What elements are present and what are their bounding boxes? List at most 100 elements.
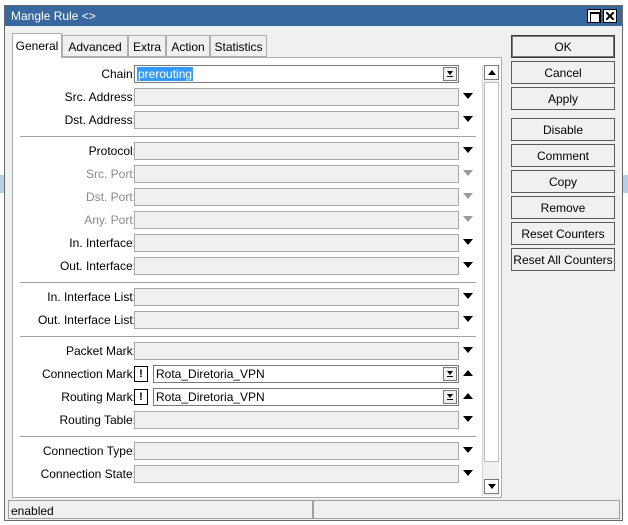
- dst-port-field: [134, 188, 459, 206]
- dst-port-expand-icon: [463, 193, 473, 199]
- routing-mark-row: Routing Mark: ! Rota_Diretoria_VPN: [13, 388, 488, 406]
- packet-mark-expand-icon[interactable]: [463, 347, 473, 353]
- connection-type-row: Connection Type:: [13, 442, 488, 460]
- scroll-down-icon: [488, 484, 496, 489]
- tab-general[interactable]: General: [12, 33, 62, 58]
- connection-type-label: Connection Type:: [42, 444, 136, 458]
- protocol-field[interactable]: [134, 142, 459, 160]
- chain-label: Chain:: [101, 67, 136, 81]
- in-interface-list-row: In. Interface List:: [13, 288, 488, 306]
- any-port-expand-icon: [463, 216, 473, 222]
- comment-button[interactable]: Comment: [511, 144, 615, 167]
- tab-statistics[interactable]: Statistics: [210, 35, 267, 57]
- in-interface-row: In. Interface:: [13, 234, 488, 252]
- scroll-up-button[interactable]: [484, 65, 499, 80]
- general-panel: Chain: prerouting Src. Address: Dst. Add…: [12, 57, 502, 498]
- src-port-field: [134, 165, 459, 183]
- connection-mark-negate-toggle[interactable]: !: [134, 366, 148, 382]
- chain-dropdown-icon[interactable]: [443, 67, 457, 81]
- any-port-row: Any. Port:: [13, 211, 488, 229]
- src-port-row: Src. Port:: [13, 165, 488, 183]
- scroll-up-icon: [488, 70, 496, 75]
- out-interface-field[interactable]: [134, 257, 459, 275]
- cancel-button[interactable]: Cancel: [511, 61, 615, 84]
- reset-counters-button[interactable]: Reset Counters: [511, 222, 615, 245]
- routing-mark-dropdown-icon[interactable]: [443, 390, 457, 404]
- src-address-row: Src. Address:: [13, 88, 488, 106]
- connection-mark-row: Connection Mark: ! Rota_Diretoria_VPN: [13, 365, 488, 383]
- connection-state-field[interactable]: [134, 465, 459, 483]
- connection-mark-combobox[interactable]: Rota_Diretoria_VPN: [153, 365, 459, 383]
- routing-table-label: Routing Table:: [59, 413, 137, 427]
- copy-button[interactable]: Copy: [511, 170, 615, 193]
- dst-port-row: Dst. Port:: [13, 188, 488, 206]
- in-interface-list-expand-icon[interactable]: [463, 293, 473, 299]
- out-interface-list-row: Out. Interface List:: [13, 311, 488, 329]
- separator: [20, 436, 476, 437]
- ok-button[interactable]: OK: [511, 35, 615, 58]
- in-interface-expand-icon[interactable]: [463, 239, 473, 245]
- routing-mark-label: Routing Mark:: [61, 390, 136, 404]
- tab-extra[interactable]: Extra: [128, 35, 166, 57]
- dst-address-field[interactable]: [134, 111, 459, 129]
- status-text: enabled: [11, 504, 54, 518]
- protocol-label: Protocol:: [88, 144, 136, 158]
- out-interface-row: Out. Interface:: [13, 257, 488, 275]
- src-address-field[interactable]: [134, 88, 459, 106]
- protocol-expand-icon[interactable]: [463, 147, 473, 153]
- disable-button[interactable]: Disable: [511, 118, 615, 141]
- routing-mark-negate-toggle[interactable]: !: [134, 389, 148, 405]
- close-icon[interactable]: [603, 9, 617, 23]
- routing-table-row: Routing Table:: [13, 411, 488, 429]
- apply-button[interactable]: Apply: [511, 87, 615, 110]
- scroll-down-button[interactable]: [484, 479, 499, 494]
- connection-mark-dropdown-icon[interactable]: [443, 367, 457, 381]
- connection-mark-collapse-icon[interactable]: [463, 370, 473, 376]
- maximize-icon[interactable]: [587, 9, 601, 23]
- connection-state-row: Connection State:: [13, 465, 488, 483]
- status-cell-empty: [313, 500, 620, 519]
- src-port-expand-icon: [463, 170, 473, 176]
- mangle-rule-window: Mangle Rule <> General Advanced Extra Ac…: [4, 5, 623, 521]
- any-port-field: [134, 211, 459, 229]
- tab-advanced[interactable]: Advanced: [62, 35, 128, 57]
- dst-address-expand-icon[interactable]: [463, 116, 473, 122]
- out-interface-list-field[interactable]: [134, 311, 459, 329]
- reset-all-counters-button[interactable]: Reset All Counters: [511, 248, 615, 271]
- remove-button[interactable]: Remove: [511, 196, 615, 219]
- out-interface-list-expand-icon[interactable]: [463, 316, 473, 322]
- chain-combobox[interactable]: prerouting: [134, 65, 459, 83]
- connection-state-expand-icon[interactable]: [463, 470, 473, 476]
- src-port-label: Src. Port:: [85, 167, 136, 181]
- packet-mark-label: Packet Mark:: [65, 344, 136, 358]
- routing-table-expand-icon[interactable]: [463, 416, 473, 422]
- connection-type-field[interactable]: [134, 442, 459, 460]
- src-address-expand-icon[interactable]: [463, 93, 473, 99]
- scroll-thumb[interactable]: [484, 82, 499, 462]
- tab-action[interactable]: Action: [166, 35, 210, 57]
- in-interface-list-field[interactable]: [134, 288, 459, 306]
- src-address-label: Src. Address:: [64, 90, 136, 104]
- out-interface-expand-icon[interactable]: [463, 262, 473, 268]
- packet-mark-field[interactable]: [134, 342, 459, 360]
- out-interface-label: Out. Interface:: [59, 259, 136, 273]
- in-interface-field[interactable]: [134, 234, 459, 252]
- routing-mark-collapse-icon[interactable]: [463, 393, 473, 399]
- dst-address-label: Dst. Address:: [64, 113, 136, 127]
- routing-table-field[interactable]: [134, 411, 459, 429]
- vertical-scrollbar[interactable]: [482, 65, 499, 496]
- status-bar: enabled: [8, 500, 620, 519]
- title-bar[interactable]: Mangle Rule <>: [5, 6, 622, 26]
- separator: [20, 282, 476, 283]
- out-interface-list-label: Out. Interface List:: [37, 313, 136, 327]
- packet-mark-row: Packet Mark:: [13, 342, 488, 360]
- chain-row: Chain: prerouting: [13, 65, 488, 83]
- chain-value: prerouting: [137, 67, 194, 81]
- connection-state-label: Connection State:: [40, 467, 136, 481]
- in-interface-list-label: In. Interface List:: [47, 290, 136, 304]
- in-interface-label: In. Interface:: [69, 236, 136, 250]
- routing-mark-combobox[interactable]: Rota_Diretoria_VPN: [153, 388, 459, 406]
- connection-type-expand-icon[interactable]: [463, 447, 473, 453]
- separator: [20, 136, 476, 137]
- connection-mark-label: Connection Mark:: [41, 367, 136, 381]
